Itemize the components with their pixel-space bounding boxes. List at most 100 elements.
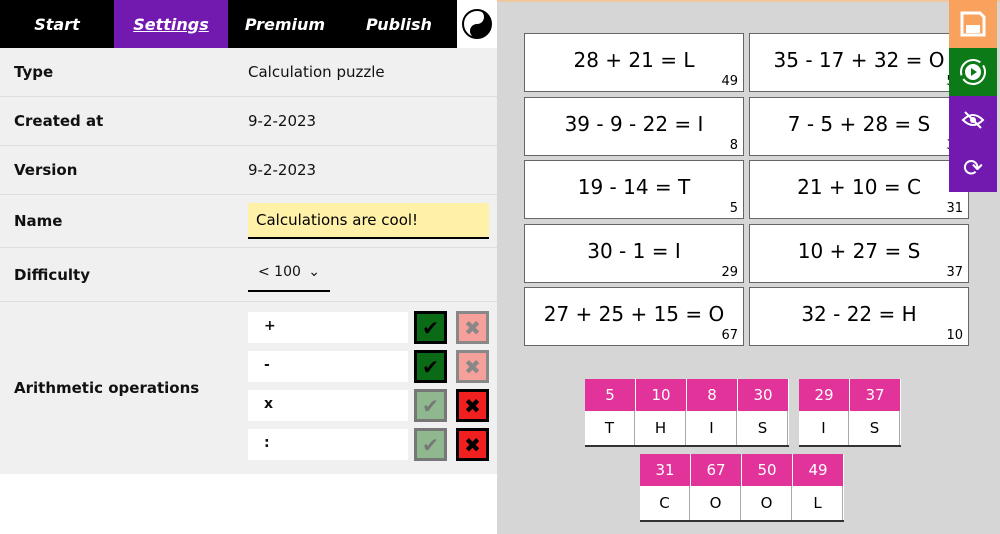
puzzle-card: 21 + 10 = C 31 xyxy=(749,160,969,219)
puzzle-card: 35 - 17 + 32 = O50 xyxy=(749,33,969,92)
disable-checkbox[interactable]: ✖ xyxy=(456,389,489,422)
version-label: Version xyxy=(14,161,78,179)
preview-panel: 28 + 21 = L4935 - 17 + 32 = O5039 - 9 - … xyxy=(497,0,1000,534)
refresh-button[interactable]: ⟳ xyxy=(949,144,997,192)
operation-3: : xyxy=(248,429,408,460)
x-icon: ✖ xyxy=(464,315,481,340)
card-answer: 49 xyxy=(721,74,738,89)
tile-letter: H xyxy=(636,411,686,445)
card-equation: 35 - 17 + 32 = O xyxy=(773,48,945,72)
answer-word: 31 C 67 O 50 O 49 L xyxy=(640,454,844,520)
puzzle-card: 19 - 14 = T 5 xyxy=(524,160,744,219)
operations-label: Arithmetic operations xyxy=(14,379,200,397)
enable-checkbox[interactable]: ✔ xyxy=(414,389,447,422)
answer-word: 5 T 10 H 8 I 30 S xyxy=(585,379,789,445)
tile-number: 37 xyxy=(850,379,900,411)
tile-letter: L xyxy=(793,486,843,520)
check-icon: ✔ xyxy=(422,432,439,457)
tab-settings[interactable]: Settings xyxy=(114,0,228,48)
card-equation: 19 - 14 = T xyxy=(577,175,691,199)
card-answer: 37 xyxy=(946,264,963,280)
difficulty-select[interactable]: < 100 ⌄ xyxy=(248,258,330,292)
type-row: Type Calculation puzzle xyxy=(0,48,497,97)
card-equation: 28 + 21 = L xyxy=(573,48,695,72)
answer-tile: 10 H xyxy=(636,379,687,445)
settings-panel: Start Settings Premium Publish Type Calcu… xyxy=(0,0,497,534)
x-icon: ✖ xyxy=(464,432,481,457)
x-icon: ✖ xyxy=(464,354,481,379)
tile-number: 49 xyxy=(793,454,843,486)
tile-letter: I xyxy=(687,411,737,445)
created-row: Created at 9-2-2023 xyxy=(0,97,497,146)
tile-number: 5 xyxy=(585,379,635,411)
difficulty-row: Difficulty < 100 ⌄ xyxy=(0,248,497,302)
answer-tile: 30 S xyxy=(738,379,789,445)
enable-checkbox[interactable]: ✔ xyxy=(414,350,447,383)
play-button[interactable] xyxy=(949,48,997,96)
operation-symbol: + xyxy=(264,318,276,334)
tile-number: 10 xyxy=(636,379,686,411)
puzzle-card: 27 + 25 + 15 = O 67 xyxy=(524,287,744,346)
card-equation: 7 - 5 + 28 = S xyxy=(787,111,931,136)
card-answer: 10 xyxy=(946,328,963,343)
save-button[interactable] xyxy=(949,0,997,48)
check-icon: ✔ xyxy=(422,354,439,379)
answer-tile: 50 O xyxy=(742,454,793,520)
tile-letter: C xyxy=(640,486,690,520)
version-row: Version 9-2-2023 xyxy=(0,146,497,195)
hide-button[interactable] xyxy=(949,96,997,144)
answer-tile: 5T xyxy=(585,379,636,445)
card-equation: 32 - 22 = H xyxy=(801,302,917,326)
card-answer: 31 xyxy=(946,201,963,216)
puzzle-card: 7 - 5 + 28 = S30 xyxy=(749,96,969,156)
check-icon: ✔ xyxy=(422,393,439,418)
tile-letter: T xyxy=(585,411,635,445)
operation-symbol: : xyxy=(264,435,270,451)
toolbar: ⟳ xyxy=(949,0,997,192)
disable-checkbox[interactable]: ✖ xyxy=(456,428,489,461)
enable-checkbox[interactable]: ✔ xyxy=(414,311,447,344)
puzzle-card: 10 + 27 = S 37 xyxy=(749,223,969,283)
answer-tile: 29 I xyxy=(799,379,850,445)
card-equation: 30 - 1 = I xyxy=(587,238,681,263)
disable-checkbox[interactable]: ✖ xyxy=(456,311,489,344)
chevron-down-icon: ⌄ xyxy=(308,264,320,280)
answer-word: 29 I 37 S xyxy=(799,379,901,445)
card-equation: 39 - 9 - 22 = I xyxy=(564,111,704,136)
operations-row: Arithmetic operations + ✔ ✖ - ✔ ✖ x ✔ ✖: ✔… xyxy=(0,302,497,474)
operation-symbol: - xyxy=(264,357,270,373)
tile-number: 50 xyxy=(742,454,792,486)
name-input[interactable] xyxy=(248,203,489,239)
card-equation: 21 + 10 = C xyxy=(797,175,921,199)
tab-bar: Start Settings Premium Publish xyxy=(0,0,457,48)
yin-yang-icon[interactable] xyxy=(462,9,492,39)
eye-slash-icon xyxy=(961,111,985,129)
tab-start[interactable]: Start xyxy=(0,0,114,48)
tile-letter: S xyxy=(850,411,900,445)
created-value: 9-2-2023 xyxy=(248,112,317,130)
operation-2: x xyxy=(248,390,408,421)
difficulty-label: Difficulty xyxy=(14,265,90,284)
tab-premium[interactable]: Premium xyxy=(228,0,342,48)
puzzle-card: 39 - 9 - 22 = I 8 xyxy=(524,96,744,156)
enable-checkbox[interactable]: ✔ xyxy=(414,428,447,461)
puzzle-card: 30 - 1 = I 29 xyxy=(524,223,744,283)
answer-tile: 8I xyxy=(687,379,738,445)
name-row: Name xyxy=(0,195,497,248)
operation-1: - xyxy=(248,351,408,382)
card-answer: 5 xyxy=(729,201,738,216)
version-value: 9-2-2023 xyxy=(248,161,317,179)
tile-number: 31 xyxy=(640,454,690,486)
tile-letter: O xyxy=(691,486,741,520)
operation-0: + xyxy=(248,312,408,343)
disable-checkbox[interactable]: ✖ xyxy=(456,350,489,383)
answer-tile: 49 L xyxy=(793,454,844,520)
card-equation: 27 + 25 + 15 = O xyxy=(543,302,725,326)
difficulty-value: < 100 xyxy=(258,264,301,280)
type-value: Calculation puzzle xyxy=(248,63,385,81)
created-label: Created at xyxy=(14,112,104,130)
tile-number: 67 xyxy=(691,454,741,486)
answer-tile: 37 S xyxy=(850,379,901,445)
answer-tile: 31 C xyxy=(640,454,691,520)
tab-publish[interactable]: Publish xyxy=(342,0,456,48)
